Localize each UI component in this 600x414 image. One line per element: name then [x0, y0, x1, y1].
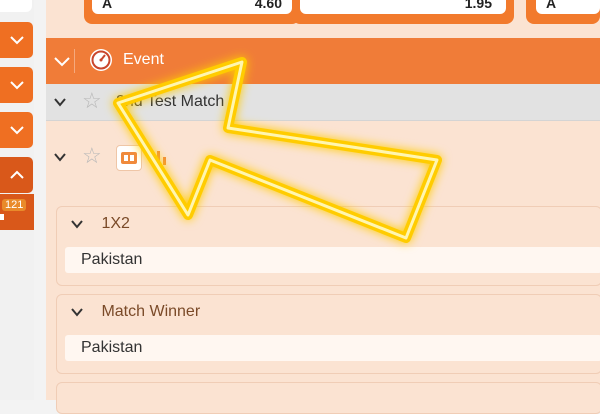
left-rail: 121: [0, 0, 34, 400]
chevron-down-icon[interactable]: [54, 151, 66, 163]
scoreboard-icon[interactable]: [116, 145, 142, 171]
selection-option[interactable]: Pakistan: [65, 247, 600, 273]
rail-expand-button[interactable]: [0, 157, 33, 193]
chevron-down-icon: [9, 126, 24, 135]
odds-label: A: [102, 0, 113, 11]
match-title: 2nd Test Match: [116, 93, 225, 110]
chevron-down-icon: [9, 36, 24, 45]
chevron-down-icon: [71, 220, 83, 229]
rail-collapse-button-3[interactable]: [0, 112, 33, 148]
bar-chart-icon[interactable]: [146, 145, 170, 169]
gauge-icon: [90, 49, 112, 71]
rail-lower: [0, 230, 34, 400]
event-header[interactable]: Event: [46, 38, 600, 84]
odds-button-away[interactable]: 1.95: [292, 0, 514, 24]
count-badge: 121: [2, 199, 27, 211]
rail-fragment: [0, 214, 4, 220]
market-name: Match Winner: [101, 303, 201, 320]
selection-name: Pakistan: [81, 339, 143, 356]
rail-collapse-button-2[interactable]: [0, 67, 33, 103]
odds-button-home[interactable]: A 4.60: [84, 0, 300, 24]
odds-row: A 4.60 1.95 A: [46, 0, 600, 38]
market-name: 1X2: [101, 215, 130, 232]
market-match-winner: Match Winner Pakistan: [56, 294, 600, 374]
market-header[interactable]: 1X2: [71, 215, 130, 233]
chevron-down-icon: [54, 57, 70, 67]
event-title: Event: [123, 51, 164, 68]
odds-label: A: [546, 0, 557, 11]
chevron-down-icon: [71, 308, 83, 317]
rail-top-tab: [0, 0, 32, 12]
selection-name: Pakistan: [81, 251, 143, 268]
selection-option[interactable]: Pakistan: [65, 335, 600, 361]
odds-button-extra[interactable]: A: [526, 0, 600, 24]
odds-value: 1.95: [464, 0, 492, 11]
market-header[interactable]: Match Winner: [71, 303, 200, 321]
market-1x2: 1X2 Pakistan: [56, 206, 600, 286]
match-header-row[interactable]: ☆ 2nd Test Match: [46, 84, 600, 121]
odds-value: 4.60: [254, 0, 282, 11]
match-tools-row: ☆: [46, 135, 600, 175]
star-icon[interactable]: ☆: [82, 143, 102, 169]
event-collapse-toggle[interactable]: [50, 49, 75, 73]
chevron-down-icon[interactable]: [54, 96, 66, 108]
rail-collapse-button-1[interactable]: [0, 22, 33, 58]
chevron-down-icon: [9, 81, 24, 90]
chevron-up-icon: [9, 170, 24, 179]
market-partial: [56, 382, 600, 414]
star-icon[interactable]: ☆: [82, 88, 102, 114]
